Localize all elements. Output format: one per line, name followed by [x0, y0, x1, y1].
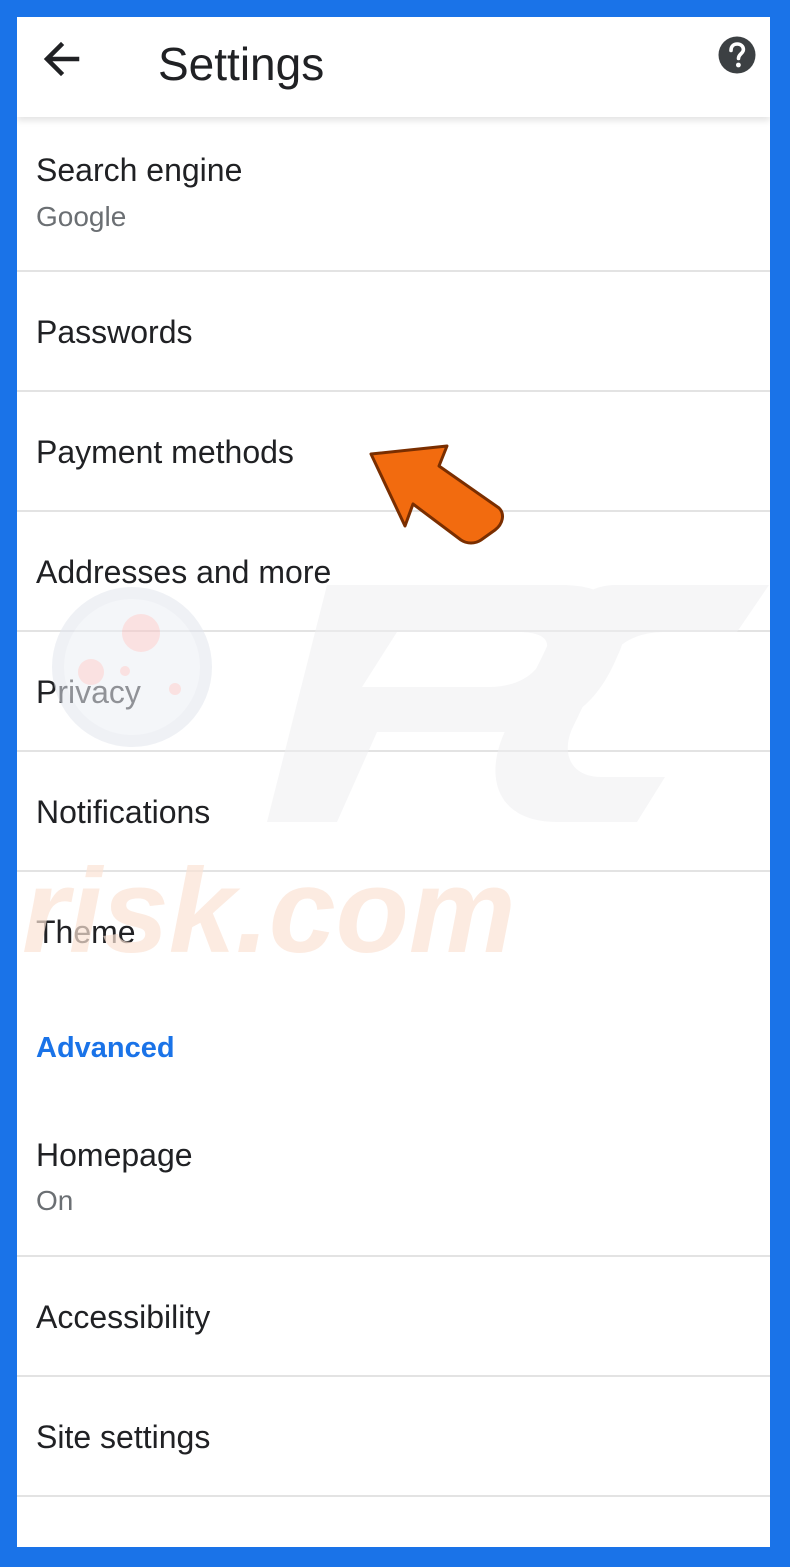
setting-label: Accessibility [36, 1299, 211, 1335]
section-header-advanced: Advanced [17, 992, 770, 1107]
setting-search-engine[interactable]: Search engine Google [17, 117, 770, 272]
setting-label: Payment methods [36, 434, 294, 470]
setting-label: Notifications [36, 794, 211, 830]
help-circle-icon [718, 36, 756, 74]
setting-label: Search engine [36, 152, 243, 188]
setting-accessibility[interactable]: Accessibility [17, 1257, 770, 1377]
setting-value: On [36, 1185, 74, 1216]
setting-value: Google [36, 201, 127, 232]
app-bar: Settings [17, 17, 770, 117]
orange-arrow-icon [369, 444, 504, 545]
setting-site-settings[interactable]: Site settings [17, 1377, 770, 1497]
setting-label: Addresses and more [36, 554, 332, 590]
setting-label: Theme [36, 914, 136, 950]
page-title: Settings [158, 38, 325, 90]
setting-passwords[interactable]: Passwords [17, 272, 770, 392]
help-button[interactable] [717, 35, 757, 75]
setting-label: Homepage [36, 1137, 193, 1173]
setting-label: Privacy [36, 674, 141, 710]
setting-label: Site settings [36, 1419, 211, 1455]
back-button[interactable] [37, 35, 87, 85]
setting-label: Passwords [36, 314, 193, 350]
settings-list: Search engine Google Passwords Payment m… [17, 117, 770, 1497]
settings-screen: Settings Search engine Google Passwords … [17, 17, 770, 1547]
setting-theme[interactable]: Theme [17, 872, 770, 992]
setting-homepage[interactable]: Homepage On [17, 1107, 770, 1257]
setting-privacy[interactable]: Privacy [17, 632, 770, 752]
setting-notifications[interactable]: Notifications [17, 752, 770, 872]
arrow-left-icon [43, 41, 80, 77]
section-title: Advanced [36, 1032, 175, 1064]
